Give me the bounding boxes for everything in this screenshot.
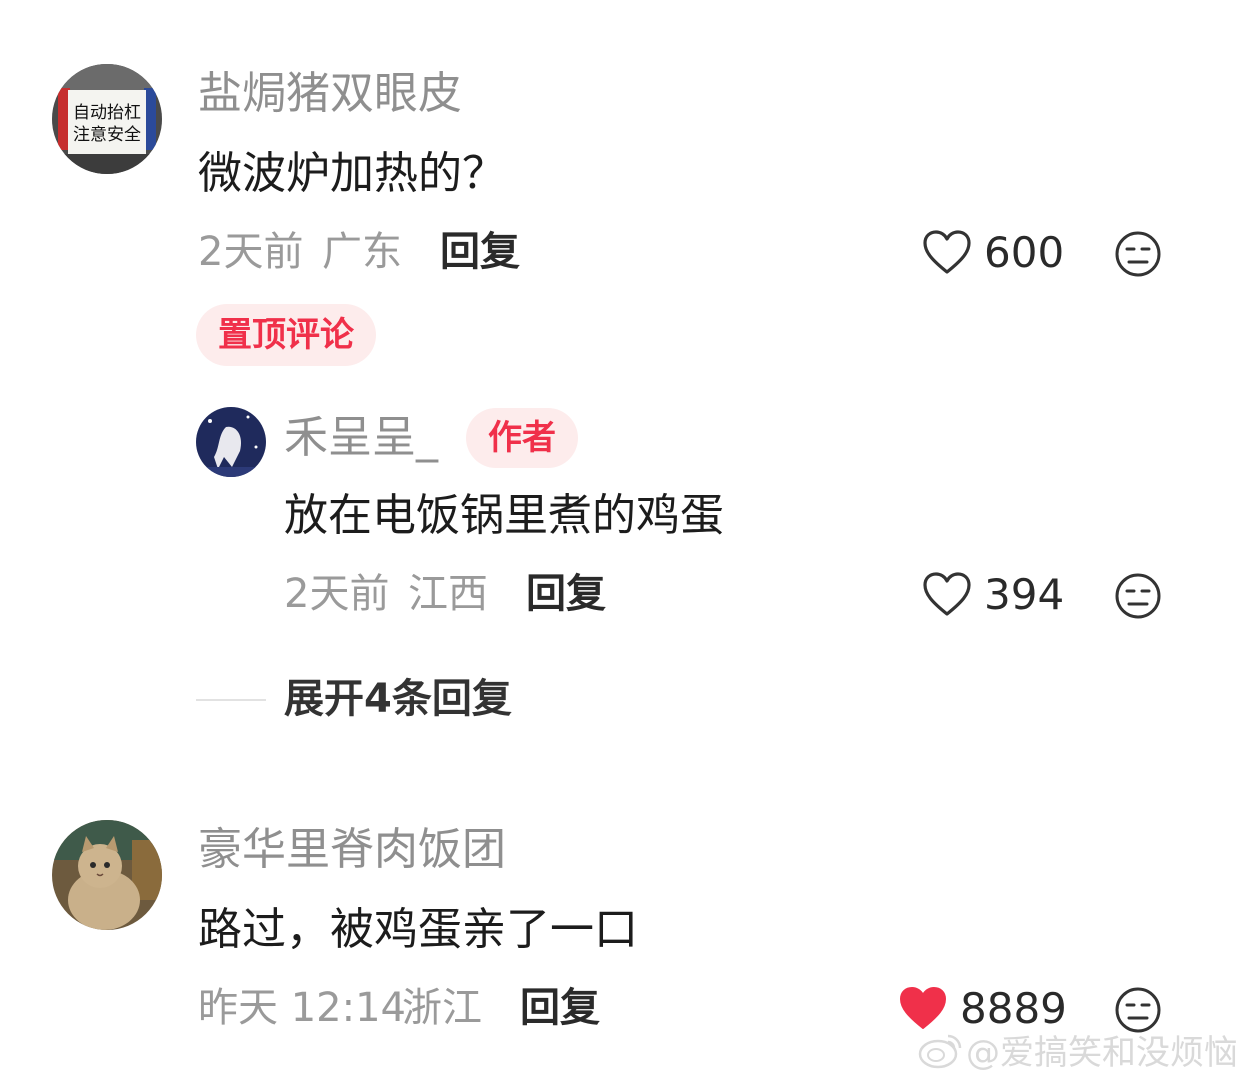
- avatar-text-line2: 注意安全: [73, 125, 141, 145]
- reply-avatar-image: [196, 407, 266, 477]
- reply-location: 江西: [408, 571, 488, 617]
- reply-button[interactable]: 回复: [526, 574, 606, 614]
- meh-emoji-icon[interactable]: [1114, 230, 1162, 278]
- meh-emoji-icon[interactable]: [1114, 986, 1162, 1034]
- reply-button[interactable]: 回复: [440, 232, 520, 272]
- expand-replies-button[interactable]: 展开4条回复: [284, 679, 512, 719]
- avatar-text-line1: 自动抬杠: [73, 103, 141, 123]
- comment-time: 昨天 12:14: [198, 985, 406, 1031]
- comment-username[interactable]: 盐焗猪双眼皮: [198, 72, 462, 116]
- watermark-text: @爱搞笑和没烦恼: [966, 1033, 1237, 1073]
- pinned-badge: 置顶评论: [196, 304, 376, 366]
- comment-time: 2天前: [198, 229, 304, 275]
- like-count: 394: [984, 570, 1065, 619]
- like-button[interactable]: 8889: [898, 984, 1067, 1034]
- avatar[interactable]: 自动抬杠 注意安全: [52, 64, 162, 174]
- comment-location: 浙江: [402, 985, 482, 1031]
- reply-avatar[interactable]: [196, 407, 266, 477]
- comment-text: 微波炉加热的？: [198, 148, 506, 199]
- like-count: 600: [984, 228, 1065, 277]
- reply-text: 放在电饭锅里煮的鸡蛋: [284, 490, 724, 541]
- reply-time: 2天前: [284, 571, 390, 617]
- heart-icon: [923, 572, 971, 616]
- reply-username[interactable]: 禾呈呈_: [284, 416, 438, 460]
- meh-emoji-icon[interactable]: [1114, 572, 1162, 620]
- avatar[interactable]: [52, 820, 162, 930]
- heart-filled-icon: [900, 987, 946, 1029]
- author-badge: 作者: [466, 408, 578, 468]
- expand-divider: [196, 699, 266, 701]
- heart-icon: [923, 230, 971, 274]
- reply-button[interactable]: 回复: [520, 988, 600, 1028]
- comment-location: 广东: [322, 229, 402, 275]
- avatar-image: 自动抬杠 注意安全: [52, 64, 162, 174]
- weibo-logo-icon: [918, 1034, 962, 1069]
- like-button[interactable]: 600: [922, 228, 1065, 278]
- like-count: 8889: [960, 984, 1067, 1033]
- comment-username[interactable]: 豪华里脊肉饭团: [198, 828, 506, 872]
- like-button[interactable]: 394: [922, 570, 1065, 620]
- comment-text: 路过，被鸡蛋亲了一口: [198, 904, 638, 955]
- avatar-image: [52, 820, 162, 930]
